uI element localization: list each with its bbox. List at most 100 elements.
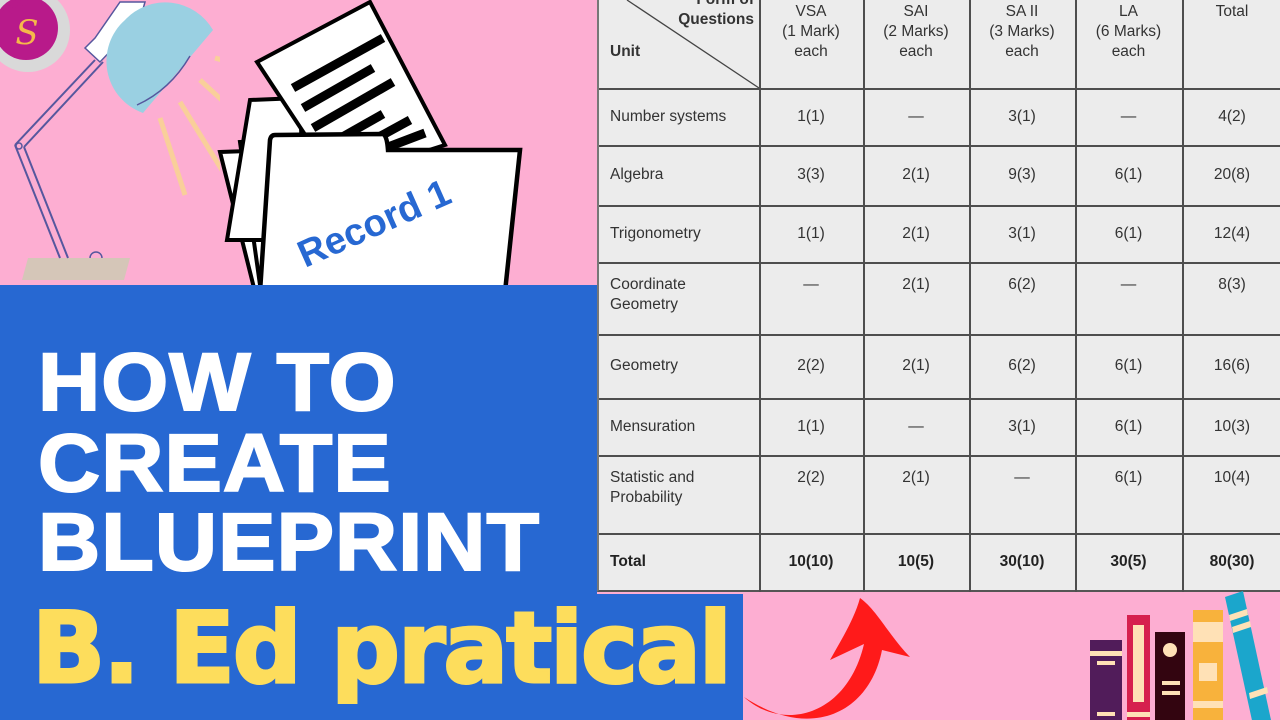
value-cell: 2(2): [759, 468, 863, 488]
value-cell-text: 4(2): [1218, 108, 1246, 125]
column-header-text: each: [899, 43, 933, 60]
value-cell-text: 2(2): [797, 469, 825, 486]
column-header-text: (6 Marks): [1095, 23, 1162, 40]
value-cell: 6(1): [1075, 468, 1182, 488]
column-header-text: (3 Marks): [989, 23, 1055, 40]
value-cell-text: 12(4): [1213, 225, 1251, 242]
value-cell-text: 3(1): [1008, 418, 1036, 435]
column-header-text: each: [1111, 43, 1146, 60]
headline-line-1: HOW TO: [37, 337, 397, 428]
unit-cell-text: Coordinate: [610, 276, 686, 293]
value-cell: 30(5): [1075, 552, 1182, 572]
unit-cell: Coordinate Geometry: [610, 275, 755, 315]
value-cell: 20(8): [1182, 165, 1280, 185]
value-cell: —: [1075, 275, 1182, 295]
folder-documents-icon: Record 1: [217, 0, 523, 295]
column-header: SA II (3 Marks) each: [969, 2, 1075, 62]
unit-cell: Total: [610, 552, 755, 572]
unit-cell-text: Probability: [610, 489, 683, 506]
value-cell-text: 10(10): [788, 553, 834, 570]
value-cell-text: 2(1): [902, 469, 930, 486]
value-cell-text: 2(1): [902, 276, 930, 293]
unit-cell-text: Total: [610, 553, 646, 570]
red-arrow-icon: [744, 598, 910, 719]
column-divider: [863, 0, 865, 592]
value-cell: —: [863, 417, 969, 437]
corner-header-form-text: Form of: [669, 0, 754, 10]
corner-header-form: Form ofQuestions: [669, 0, 754, 30]
value-cell-text: 1(1): [797, 418, 825, 435]
value-cell-text: 10(5): [897, 553, 935, 570]
value-cell-text: —: [803, 276, 819, 293]
unit-cell: Mensuration: [610, 417, 755, 437]
unit-cell-text: Number systems: [610, 108, 727, 125]
value-cell-text: —: [908, 418, 924, 435]
value-cell: 10(4): [1182, 468, 1280, 488]
row-divider: [599, 145, 1280, 147]
value-cell: 10(5): [863, 552, 969, 572]
value-cell-text: —: [908, 108, 924, 125]
value-cell-text: 9(3): [1008, 166, 1036, 183]
value-cell: 6(2): [969, 275, 1075, 295]
headline-line-2: CREATE: [37, 418, 392, 509]
row-divider: [599, 334, 1280, 336]
unit-cell: Trigonometry: [610, 224, 755, 244]
value-cell: 3(3): [759, 165, 863, 185]
value-cell: 2(1): [863, 468, 969, 488]
row-divider: [599, 262, 1280, 264]
value-cell: 3(1): [969, 224, 1075, 244]
value-cell-text: —: [1120, 276, 1137, 293]
value-cell: 3(1): [969, 107, 1075, 127]
corner-header-form-text: Questions: [678, 11, 754, 28]
value-cell: 6(1): [1075, 356, 1182, 376]
value-cell-text: 6(2): [1008, 276, 1036, 293]
column-header-text: SA II: [1005, 3, 1039, 20]
unit-cell-text: Trigonometry: [610, 225, 701, 242]
column-header-text: Total: [1215, 3, 1249, 20]
value-cell-text: 1(1): [797, 108, 825, 125]
column-divider: [759, 0, 761, 592]
value-cell-text: 6(1): [1114, 166, 1143, 183]
value-cell-text: 3(1): [1008, 108, 1036, 125]
value-cell: 12(4): [1182, 224, 1280, 244]
value-cell-text: 6(1): [1114, 357, 1143, 374]
value-cell: 1(1): [759, 417, 863, 437]
row-divider: [599, 205, 1280, 207]
column-header: LA (6 Marks) each: [1075, 2, 1182, 62]
value-cell: 2(2): [759, 356, 863, 376]
value-cell: 2(1): [863, 275, 969, 295]
unit-cell-text: Statistic and: [610, 469, 695, 486]
unit-cell-text: Geometry: [610, 296, 679, 313]
value-cell-text: 6(1): [1114, 469, 1143, 486]
value-cell: 16(6): [1182, 356, 1280, 376]
value-cell-text: 6(2): [1008, 357, 1036, 374]
books-icon: [1090, 591, 1271, 720]
unit-cell: Number systems: [610, 107, 755, 127]
value-cell-text: —: [1014, 469, 1030, 486]
row-divider: [599, 455, 1280, 457]
value-cell: 3(1): [969, 417, 1075, 437]
value-cell: 10(3): [1182, 417, 1280, 437]
unit-cell: Algebra: [610, 165, 755, 185]
value-cell: 4(2): [1182, 107, 1280, 127]
corner-header-unit-text: Unit: [610, 43, 641, 60]
value-cell-text: 6(1): [1114, 225, 1143, 242]
column-header-text: each: [1005, 43, 1039, 60]
value-cell: 6(1): [1075, 417, 1182, 437]
column-divider: [1075, 0, 1077, 592]
column-header-text: (2 Marks): [883, 23, 949, 40]
value-cell-text: 2(1): [902, 225, 930, 242]
row-divider: [599, 533, 1280, 535]
desk-lamp-icon: [14, 1, 220, 280]
value-cell-text: 2(1): [902, 166, 930, 183]
value-cell-text: 10(4): [1213, 469, 1251, 486]
value-cell: 8(3): [1182, 275, 1280, 295]
row-divider: [599, 398, 1280, 400]
value-cell-text: 2(1): [902, 357, 930, 374]
subtitle: B. Ed pratical: [31, 592, 734, 706]
column-divider: [1182, 0, 1184, 592]
value-cell: 6(2): [969, 356, 1075, 376]
value-cell: —: [1075, 107, 1182, 127]
unit-cell: Statistic and Probability: [610, 468, 755, 508]
value-cell-text: 6(1): [1114, 418, 1143, 435]
